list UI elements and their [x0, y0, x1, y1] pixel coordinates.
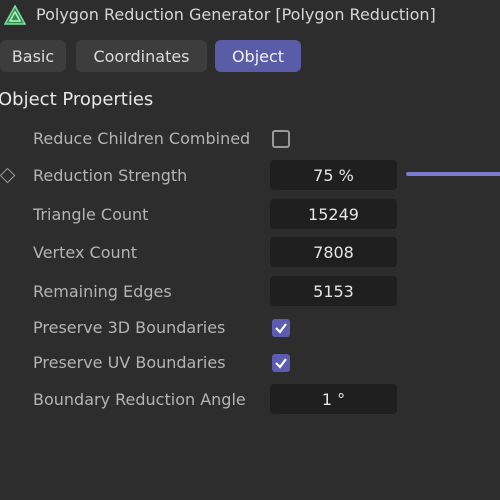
- boundary-reduction-angle-field[interactable]: 1 °: [270, 384, 397, 414]
- reduce-children-combined-label: Reduce Children Combined: [33, 129, 251, 148]
- remaining-edges-label: Remaining Edges: [33, 282, 172, 301]
- boundary-reduction-angle-label: Boundary Reduction Angle: [33, 390, 246, 409]
- tab-coordinates[interactable]: Coordinates: [76, 40, 207, 72]
- tab-object[interactable]: Object: [215, 40, 301, 72]
- tab-basic[interactable]: Basic: [0, 40, 66, 72]
- window-title: Polygon Reduction Generator [Polygon Red…: [36, 5, 436, 24]
- checkmark-icon: [275, 323, 287, 334]
- vertex-count-label: Vertex Count: [33, 243, 138, 262]
- preserve-uv-boundaries-label: Preserve UV Boundaries: [33, 353, 226, 372]
- keyframe-diamond-icon[interactable]: [0, 167, 16, 184]
- reduction-strength-field[interactable]: 75 %: [270, 160, 397, 190]
- remaining-edges-field[interactable]: 5153: [270, 276, 397, 306]
- title-bar: Polygon Reduction Generator [Polygon Red…: [0, 0, 500, 30]
- polygon-reduction-icon: [4, 4, 26, 25]
- preserve-uv-boundaries-checkbox[interactable]: [272, 354, 290, 372]
- checkmark-icon: [275, 358, 287, 369]
- preserve-3d-boundaries-checkbox[interactable]: [272, 319, 290, 337]
- reduction-strength-label: Reduction Strength: [33, 166, 188, 185]
- vertex-count-field[interactable]: 7808: [270, 237, 397, 267]
- preserve-3d-boundaries-label: Preserve 3D Boundaries: [33, 318, 226, 337]
- section-title: Object Properties: [0, 89, 154, 110]
- triangle-count-field[interactable]: 15249: [270, 199, 397, 229]
- reduce-children-combined-checkbox[interactable]: [272, 130, 290, 148]
- triangle-count-label: Triangle Count: [33, 205, 149, 224]
- reduction-strength-slider[interactable]: [406, 172, 500, 176]
